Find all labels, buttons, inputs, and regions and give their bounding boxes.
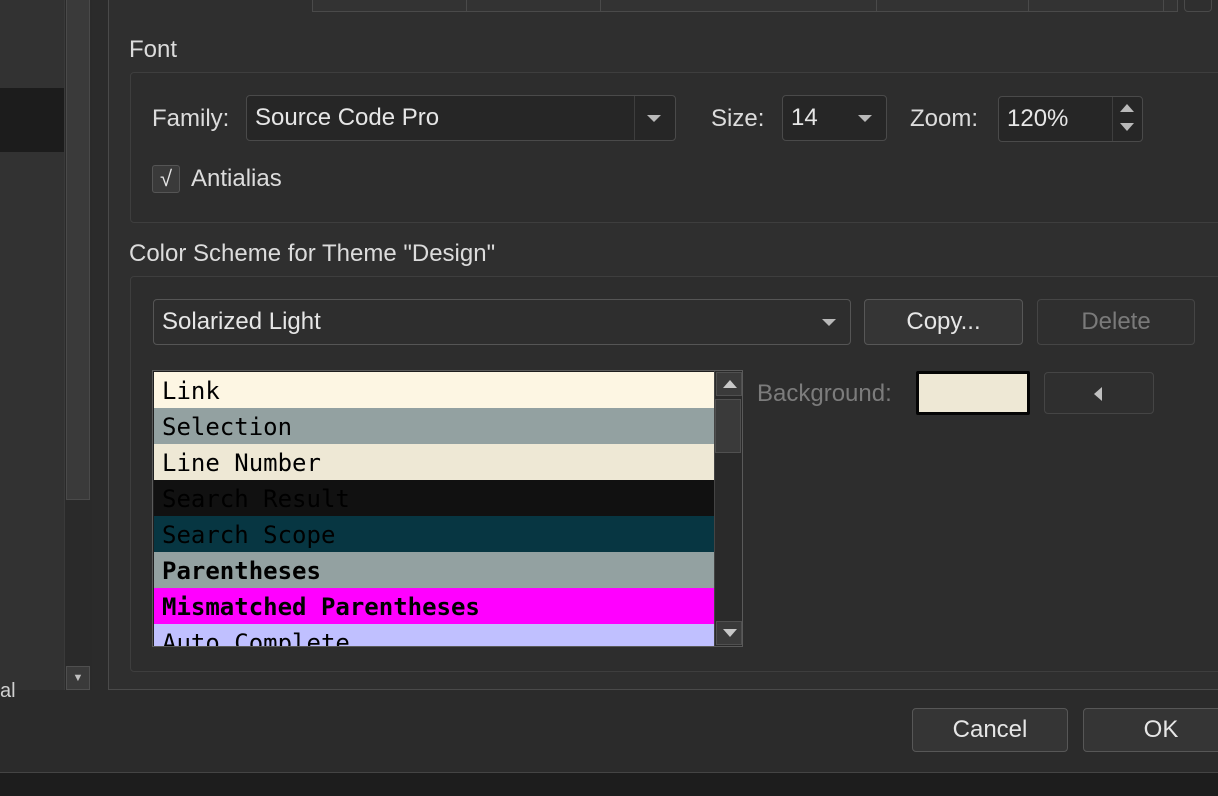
list-scrollbar-thumb[interactable]	[715, 399, 741, 453]
copy-scheme-button[interactable]: Copy...	[864, 299, 1023, 345]
tab-bar[interactable]	[312, 0, 1178, 12]
color-element-item[interactable]: Link	[154, 372, 716, 408]
sidebar-item-fragment: al	[0, 680, 16, 700]
zoom-value: 120%	[1007, 105, 1069, 132]
sidebar-selected-item[interactable]	[0, 88, 64, 152]
font-size-value: 14	[791, 104, 818, 131]
color-element-item[interactable]: Search Scope	[154, 516, 716, 552]
tab-scroll-button[interactable]	[1184, 0, 1212, 12]
family-label: Family:	[152, 105, 230, 132]
zoom-label: Zoom:	[910, 105, 979, 132]
color-elements-list[interactable]: Link Selection Line Number Search Result Sea…	[152, 370, 743, 647]
clear-background-button[interactable]	[1044, 372, 1154, 414]
triangle-left-icon	[1094, 387, 1102, 401]
color-element-item[interactable]: Search Result	[154, 480, 716, 516]
color-element-item[interactable]: Line Number	[154, 444, 716, 480]
antialias-checkbox[interactable]: √	[152, 165, 180, 193]
scroll-up-icon[interactable]	[716, 372, 742, 396]
color-element-item[interactable]: Selection	[154, 408, 716, 444]
font-family-value: Source Code Pro	[255, 104, 440, 131]
size-label: Size:	[711, 105, 765, 132]
sidebar-scrollbar-thumb[interactable]	[66, 0, 90, 500]
color-scheme-combo[interactable]: Solarized Light	[153, 299, 851, 345]
window-bottom-edge	[0, 772, 1218, 796]
stepper-up-icon[interactable]	[1120, 104, 1134, 112]
check-icon: √	[159, 166, 173, 191]
antialias-label[interactable]: Antialias	[191, 164, 282, 194]
delete-scheme-button[interactable]: Delete	[1037, 299, 1195, 345]
color-element-item[interactable]: Parentheses	[154, 552, 716, 588]
color-element-item[interactable]: Mismatched Parentheses	[154, 588, 716, 624]
background-label: Background:	[757, 380, 892, 407]
background-color-swatch[interactable]	[916, 371, 1030, 415]
scroll-down-icon[interactable]	[716, 621, 742, 645]
font-family-combo[interactable]: Source Code Pro	[246, 95, 676, 141]
chevron-down-icon	[858, 115, 872, 122]
chevron-down-icon[interactable]	[634, 96, 675, 140]
font-size-combo[interactable]: 14	[782, 95, 887, 141]
cancel-button[interactable]: Cancel	[912, 708, 1068, 752]
color-scheme-title: Color Scheme for Theme "Design"	[129, 240, 496, 267]
zoom-spinbox[interactable]: 120%	[998, 96, 1143, 142]
zoom-stepper[interactable]	[1112, 97, 1142, 141]
color-element-item[interactable]: Auto Complete	[154, 624, 716, 646]
sidebar-scroll-down-icon[interactable]: ▼	[66, 666, 90, 690]
ok-button[interactable]: OK	[1083, 708, 1218, 752]
color-scheme-value: Solarized Light	[162, 308, 321, 335]
font-section-title: Font	[129, 36, 178, 63]
stepper-down-icon[interactable]	[1120, 123, 1134, 131]
chevron-down-icon	[822, 319, 836, 326]
